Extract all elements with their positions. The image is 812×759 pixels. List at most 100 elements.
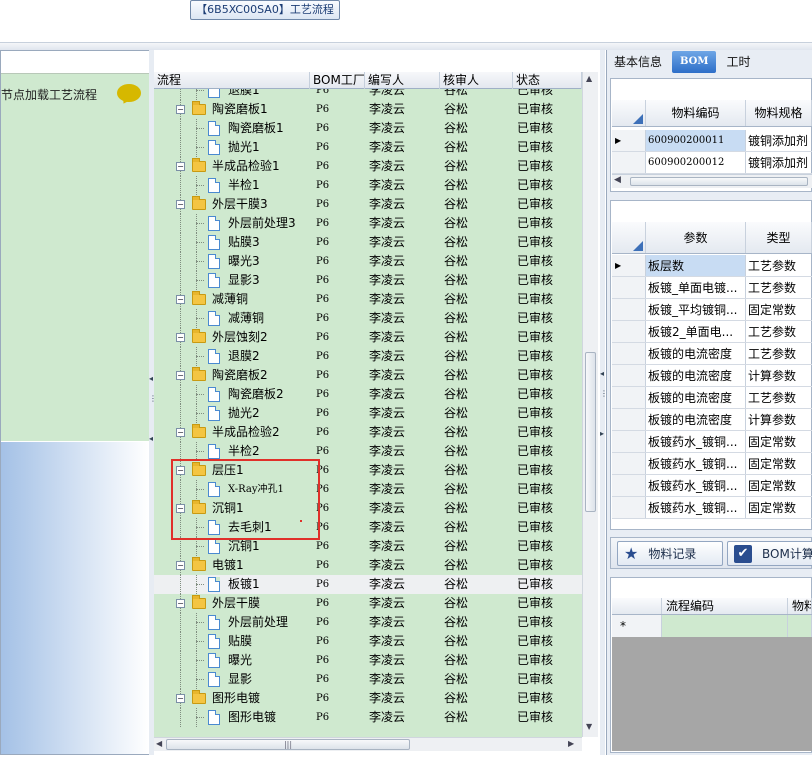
chat-bubble-icon[interactable] xyxy=(117,84,141,102)
writer-cell[interactable]: 李凌云 xyxy=(365,594,440,613)
writer-cell[interactable]: 李凌云 xyxy=(365,575,440,594)
status-cell[interactable]: 已审核 xyxy=(513,252,582,271)
param-cell-type[interactable]: 工艺参数 xyxy=(746,277,812,298)
tree-node-label[interactable]: 曝光3 xyxy=(228,252,260,271)
vertical-scrollbar[interactable]: ▲ ▼ xyxy=(582,72,598,737)
select-all-corner[interactable] xyxy=(612,598,662,614)
bom-cell[interactable]: P6 xyxy=(310,385,365,404)
writer-cell[interactable]: 李凌云 xyxy=(365,328,440,347)
checker-cell[interactable]: 谷松 xyxy=(440,461,513,480)
writer-cell[interactable]: 李凌云 xyxy=(365,119,440,138)
param-row[interactable]: 板镀药水_镀铜... 固定常数 xyxy=(612,431,812,453)
tree-cell[interactable]: − 电镀1 xyxy=(154,556,310,575)
writer-cell[interactable]: 李凌云 xyxy=(365,271,440,290)
tree-cell[interactable]: 板镀1 xyxy=(154,575,310,594)
tree-cell[interactable]: − 外层干膜 xyxy=(154,594,310,613)
col-header-flow-code[interactable]: 流程编码 xyxy=(662,598,788,614)
collapse-node-icon[interactable]: − xyxy=(176,371,185,380)
bom-cell[interactable]: P6 xyxy=(310,138,365,157)
param-cell-name[interactable]: 板镀药水_镀铜... xyxy=(646,497,746,518)
checker-cell[interactable]: 谷松 xyxy=(440,290,513,309)
param-row[interactable]: 板镀的电流密度 工艺参数 xyxy=(612,387,812,409)
tree-grid-row[interactable]: 外层前处理3 P6 李凌云 谷松 已审核 xyxy=(154,214,582,233)
tree-cell[interactable]: 曝光 xyxy=(154,651,310,670)
collapse-right-icon[interactable]: ◂ xyxy=(600,370,605,378)
writer-cell[interactable]: 李凌云 xyxy=(365,461,440,480)
tree-cell[interactable]: 外层前处理3 xyxy=(154,214,310,233)
tree-node-label[interactable]: 退膜2 xyxy=(228,347,260,366)
material-record-button[interactable]: ★ 物料记录 xyxy=(617,541,723,566)
checker-cell[interactable]: 谷松 xyxy=(440,157,513,176)
tree-grid-row[interactable]: − 外层干膜3 P6 李凌云 谷松 已审核 xyxy=(154,195,582,214)
col-header-material[interactable]: 物料 xyxy=(788,598,812,614)
status-cell[interactable]: 已审核 xyxy=(513,708,582,727)
tree-cell[interactable]: − 陶瓷磨板2 xyxy=(154,366,310,385)
checker-cell[interactable]: 谷松 xyxy=(440,252,513,271)
checker-cell[interactable]: 谷松 xyxy=(440,271,513,290)
bom-cell[interactable]: P6 xyxy=(310,670,365,689)
status-cell[interactable]: 已审核 xyxy=(513,328,582,347)
tree-cell[interactable]: − 外层干膜3 xyxy=(154,195,310,214)
tree-node-label[interactable]: 抛光1 xyxy=(228,138,260,157)
param-cell-name[interactable]: 板镀2_单面电... xyxy=(646,321,746,342)
tree-cell[interactable]: − 外层蚀刻2 xyxy=(154,328,310,347)
tree-node-label[interactable]: 陶瓷磨板2 xyxy=(228,385,284,404)
writer-cell[interactable]: 李凌云 xyxy=(365,423,440,442)
scroll-down-icon[interactable]: ▼ xyxy=(586,722,592,731)
bom-cell-spec[interactable]: 镀铜添加剂 xyxy=(746,152,812,173)
tree-grid-row[interactable]: − 半成品检验1 P6 李凌云 谷松 已审核 xyxy=(154,157,582,176)
checker-cell[interactable]: 谷松 xyxy=(440,537,513,556)
tree-node-label[interactable]: 电镀1 xyxy=(212,556,244,575)
tree-grid-row[interactable]: 陶瓷磨板2 P6 李凌云 谷松 已审核 xyxy=(154,385,582,404)
flow-new-cell-code[interactable] xyxy=(662,615,788,637)
collapse-node-icon[interactable]: − xyxy=(176,162,185,171)
param-cell-name[interactable]: 板镀药水_镀铜... xyxy=(646,475,746,496)
tree-grid-row[interactable]: − 外层蚀刻2 P6 李凌云 谷松 已审核 xyxy=(154,328,582,347)
col-header-checker[interactable]: 核审人 xyxy=(440,72,513,89)
writer-cell[interactable]: 李凌云 xyxy=(365,176,440,195)
tree-cell[interactable]: 贴膜 xyxy=(154,632,310,651)
checker-cell[interactable]: 谷松 xyxy=(440,195,513,214)
tree-cell[interactable]: 退膜1 xyxy=(154,89,310,100)
checker-cell[interactable]: 谷松 xyxy=(440,214,513,233)
writer-cell[interactable]: 李凌云 xyxy=(365,613,440,632)
status-cell[interactable]: 已审核 xyxy=(513,613,582,632)
bom-cell[interactable]: P6 xyxy=(310,613,365,632)
param-cell-type[interactable]: 计算参数 xyxy=(746,409,812,430)
col-header-flow[interactable]: 流程 xyxy=(154,72,310,89)
collapse-node-icon[interactable]: − xyxy=(176,561,185,570)
checker-cell[interactable]: 谷松 xyxy=(440,100,513,119)
tree-cell[interactable]: − 减薄铜 xyxy=(154,290,310,309)
writer-cell[interactable]: 李凌云 xyxy=(365,157,440,176)
bom-cell[interactable]: P6 xyxy=(310,290,365,309)
checker-cell[interactable]: 谷松 xyxy=(440,613,513,632)
bom-horizontal-scrollbar[interactable]: ◀ xyxy=(612,174,812,188)
tree-node-label[interactable]: 陶瓷磨板2 xyxy=(212,366,268,385)
status-cell[interactable]: 已审核 xyxy=(513,290,582,309)
status-cell[interactable]: 已审核 xyxy=(513,214,582,233)
tree-node-label[interactable]: 图形电镀 xyxy=(228,708,276,727)
checker-cell[interactable]: 谷松 xyxy=(440,632,513,651)
tree-cell[interactable]: 显影 xyxy=(154,670,310,689)
writer-cell[interactable]: 李凌云 xyxy=(365,442,440,461)
tree-cell[interactable]: 陶瓷磨板1 xyxy=(154,119,310,138)
bom-cell[interactable]: P6 xyxy=(310,233,365,252)
bom-cell[interactable]: P6 xyxy=(310,271,365,290)
select-all-corner[interactable] xyxy=(612,100,646,126)
tree-grid-row[interactable]: − 半成品检验2 P6 李凌云 谷松 已审核 xyxy=(154,423,582,442)
tab-work-hours[interactable]: 工时 xyxy=(720,51,756,73)
tree-cell[interactable]: 抛光1 xyxy=(154,138,310,157)
status-cell[interactable]: 已审核 xyxy=(513,89,582,100)
writer-cell[interactable]: 李凌云 xyxy=(365,537,440,556)
status-cell[interactable]: 已审核 xyxy=(513,689,582,708)
tree-grid-row[interactable]: − 陶瓷磨板1 P6 李凌云 谷松 已审核 xyxy=(154,100,582,119)
bom-cell[interactable]: P6 xyxy=(310,556,365,575)
status-cell[interactable]: 已审核 xyxy=(513,537,582,556)
left-node-list[interactable]: 节点加载工艺流程 xyxy=(1,73,149,441)
tree-node-label[interactable]: 外层干膜 xyxy=(212,594,260,613)
tree-grid-row[interactable]: 曝光 P6 李凌云 谷松 已审核 xyxy=(154,651,582,670)
tree-node-label[interactable]: 显影 xyxy=(228,670,252,689)
collapse-right-icon-2[interactable]: ▸ xyxy=(600,430,605,438)
status-cell[interactable]: 已审核 xyxy=(513,423,582,442)
scroll-left-icon[interactable]: ◀ xyxy=(156,739,162,748)
